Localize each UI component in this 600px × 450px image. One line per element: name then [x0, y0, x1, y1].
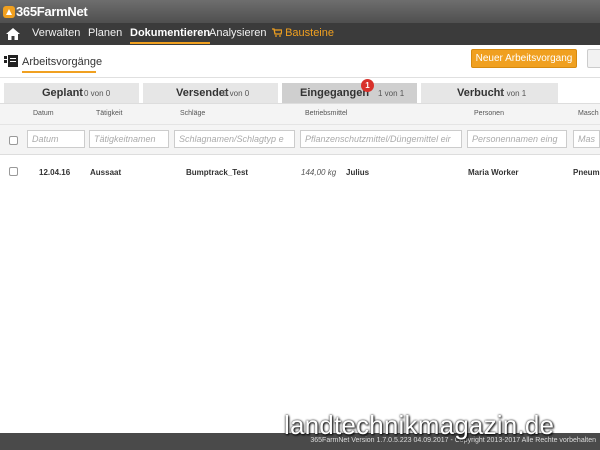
tab-count: 1 von 1 [500, 89, 527, 98]
table-header: Datum Tätigkeit Schläge Betriebsmittel P… [0, 103, 600, 125]
tab-label: Geplant [42, 87, 83, 99]
nav-item-verwalten[interactable]: Verwalten [32, 27, 80, 39]
column-header-taetigkeit[interactable]: Tätigkeit [96, 110, 122, 117]
cell-person: Maria Worker [468, 168, 519, 177]
nav-item-planen[interactable]: Planen [88, 27, 122, 39]
cell-date: 12.04.16 [39, 168, 71, 177]
logo-text: 365FarmNet [16, 4, 88, 19]
filter-schlaege-input[interactable] [174, 130, 295, 148]
tab-count: 1 von 1 [378, 89, 405, 98]
main-nav: Verwalten Planen Dokumentieren Analysier… [0, 23, 600, 45]
column-header-betriebsmittel[interactable]: Betriebsmittel [305, 110, 347, 117]
column-header-datum[interactable]: Datum [33, 110, 54, 117]
title-underline [22, 71, 96, 73]
cell-fields: Bumptrack_Test [186, 168, 249, 177]
nav-item-analysieren[interactable]: Analysieren [209, 27, 266, 39]
cell-amount: 144,00 kg [301, 168, 337, 177]
home-icon[interactable] [5, 26, 21, 42]
nav-item-bausteine-label: Bausteine [285, 27, 334, 39]
filter-taetigkeit-input[interactable] [89, 130, 169, 148]
app-logo[interactable]: 365FarmNet [3, 3, 88, 20]
documents-icon [4, 55, 18, 68]
filter-row [0, 125, 600, 155]
tab-verbucht[interactable]: Verbucht 1 von 1 [421, 83, 558, 103]
filter-betriebsmittel-input[interactable] [300, 130, 462, 148]
tab-label: Eingegangen [300, 87, 370, 99]
tab-label: Versendet [176, 87, 229, 99]
tab-label: Verbucht [457, 87, 505, 99]
tab-count: 0 von 0 [223, 89, 250, 98]
column-header-personen[interactable]: Personen [474, 110, 504, 117]
page-title[interactable]: Arbeitsvorgänge [22, 56, 102, 68]
top-bar: 365FarmNet [0, 0, 600, 23]
filter-maschinen-input[interactable] [573, 130, 600, 148]
notification-badge: 1 [361, 79, 374, 92]
cell-activity: Aussaat [90, 168, 122, 177]
filter-personen-input[interactable] [467, 130, 567, 148]
tab-versendet[interactable]: Versendet 0 von 0 [143, 83, 278, 103]
logo-icon [3, 5, 15, 18]
cell-resource: Julius [346, 168, 370, 177]
cell-machine: Pneum [573, 168, 600, 177]
column-header-maschinen[interactable]: Masch [578, 110, 599, 117]
select-all-checkbox[interactable] [9, 136, 18, 145]
tab-eingegangen[interactable]: Eingegangen 1 von 1 [282, 83, 417, 103]
new-workflow-button[interactable]: Neuer Arbeitsvorgang [471, 49, 577, 68]
work-process-table: Datum Tätigkeit Schläge Betriebsmittel P… [0, 103, 600, 433]
table-row[interactable]: 12.04.16 Aussaat Bumptrack_Test 144,00 k… [0, 161, 600, 183]
watermark: landtechnikmagazin.de [284, 410, 555, 440]
nav-item-bausteine[interactable]: Bausteine [272, 27, 334, 39]
column-header-schlaege[interactable]: Schläge [180, 110, 205, 117]
tab-count: 0 von 0 [84, 89, 111, 98]
cart-icon [272, 27, 285, 39]
extra-button[interactable] [587, 49, 600, 68]
filter-datum-input[interactable] [27, 130, 85, 148]
tab-geplant[interactable]: Geplant 0 von 0 [4, 83, 139, 103]
row-checkbox[interactable] [9, 167, 18, 176]
nav-item-dokumentieren[interactable]: Dokumentieren [130, 27, 211, 44]
